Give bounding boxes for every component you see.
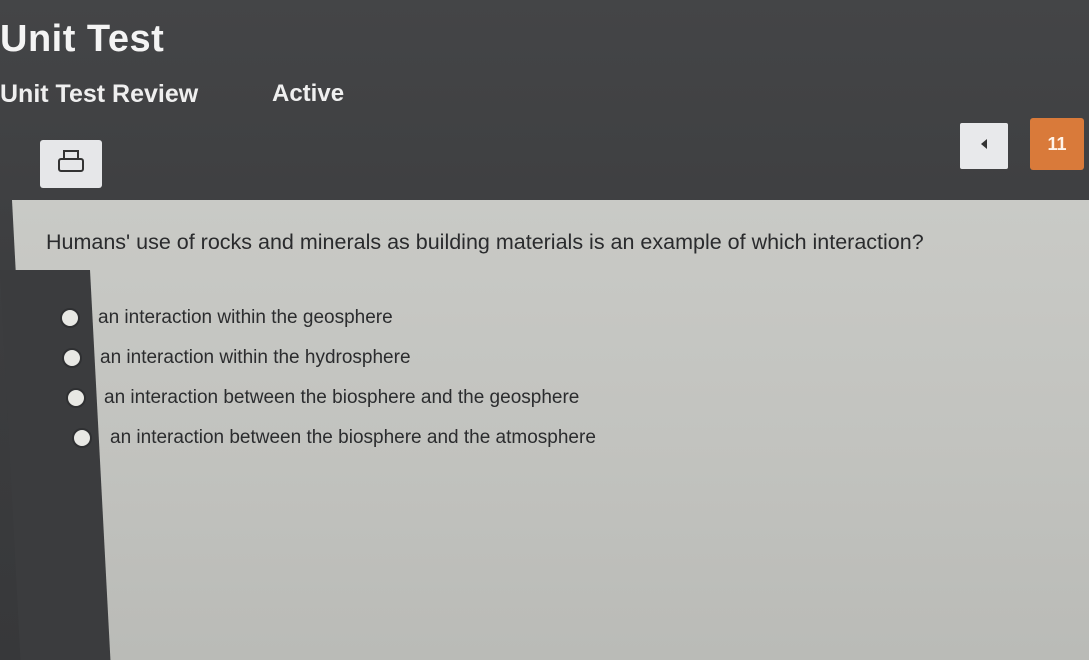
answer-label: an interaction within the geosphere bbox=[98, 307, 393, 328]
caret-left-icon bbox=[979, 137, 989, 155]
print-button[interactable] bbox=[40, 140, 102, 188]
page-title: Unit Test bbox=[0, 18, 165, 60]
unit-test-screen: Unit Test Unit Test Review Active 11 Hum… bbox=[0, 0, 1089, 660]
answer-label: an interaction between the biosphere and… bbox=[104, 387, 580, 408]
answer-option-1[interactable]: an interaction within the geosphere bbox=[60, 298, 596, 338]
answer-label: an interaction within the hydrosphere bbox=[100, 347, 411, 368]
radio-button[interactable] bbox=[72, 428, 92, 448]
answer-options: an interaction within the geosphere an i… bbox=[60, 298, 596, 458]
answer-option-4[interactable]: an interaction between the biosphere and… bbox=[72, 418, 596, 458]
answer-option-2[interactable]: an interaction within the hydrosphere bbox=[62, 338, 596, 378]
page-subtitle: Unit Test Review bbox=[0, 80, 199, 108]
status-badge: Active bbox=[272, 80, 345, 107]
radio-button[interactable] bbox=[62, 348, 82, 368]
question-number-button[interactable]: 11 bbox=[1030, 118, 1084, 170]
print-icon bbox=[56, 149, 86, 180]
answer-option-3[interactable]: an interaction between the biosphere and… bbox=[66, 378, 596, 418]
question-text: Humans' use of rocks and minerals as bui… bbox=[46, 230, 924, 254]
previous-question-button[interactable] bbox=[960, 123, 1008, 169]
radio-button[interactable] bbox=[60, 308, 80, 328]
radio-button[interactable] bbox=[66, 388, 86, 408]
answer-label: an interaction between the biosphere and… bbox=[110, 427, 596, 448]
